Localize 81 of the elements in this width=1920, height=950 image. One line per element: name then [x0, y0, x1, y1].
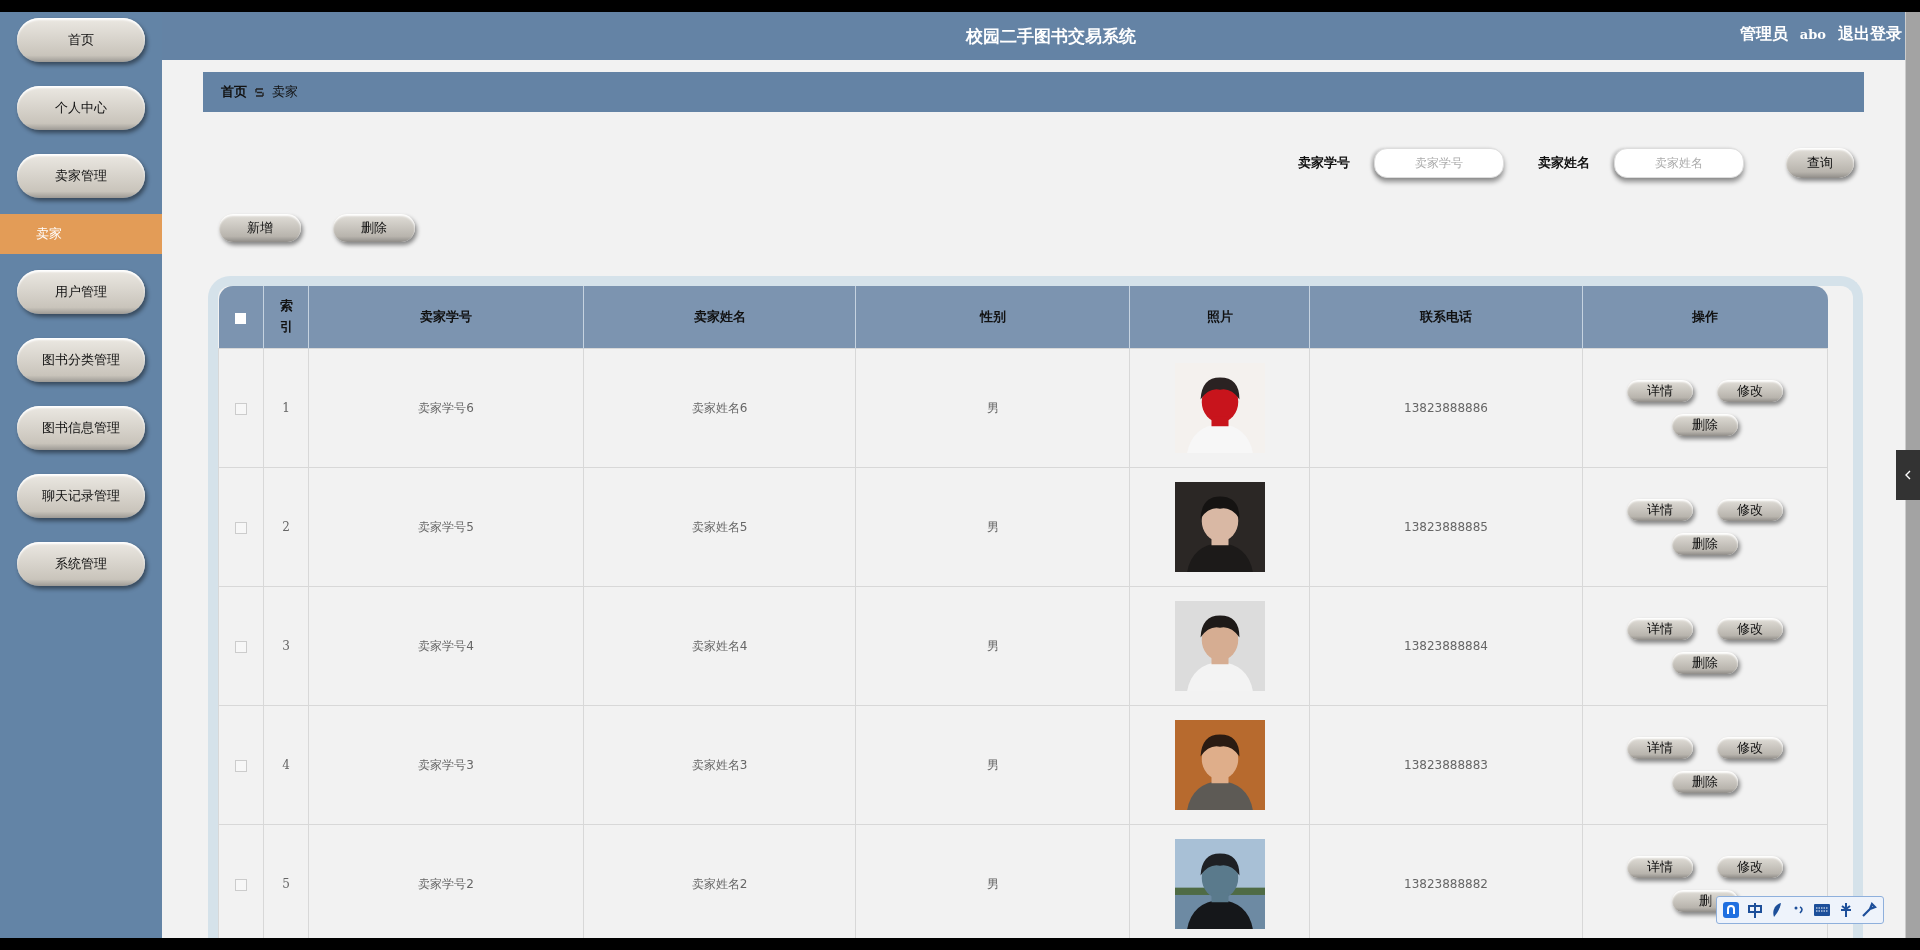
seller-id-text: 卖家学号6 — [418, 400, 474, 415]
seller-name-text: 卖家姓名4 — [691, 638, 748, 653]
index-text: 2 — [282, 520, 290, 534]
row-action-button[interactable]: 详情 — [1627, 737, 1693, 759]
index-text: 3 — [282, 639, 290, 653]
menu-button[interactable]: 个人中心 — [17, 86, 145, 130]
logout-link[interactable]: 退出登录 — [1838, 24, 1902, 45]
phone-text: 13823888882 — [1404, 877, 1488, 891]
row-checkbox[interactable] — [235, 759, 247, 772]
action-button[interactable]: 新增 — [219, 214, 301, 242]
seller-id-text: 卖家学号4 — [418, 638, 474, 653]
row-action-button[interactable]: 删除 — [1672, 414, 1738, 436]
wrench-icon[interactable] — [1861, 902, 1877, 918]
chevron-left-icon — [1904, 470, 1912, 480]
action-button[interactable]: 删除 — [333, 214, 415, 242]
breadcrumb-link[interactable]: 首页 — [221, 83, 247, 101]
seller-name-text: 卖家姓名3 — [691, 757, 748, 772]
row-checkbox[interactable] — [235, 640, 247, 653]
index-text: 5 — [282, 877, 290, 891]
seller-name-text: 卖家姓名6 — [691, 400, 748, 415]
phone-text: 13823888883 — [1404, 758, 1488, 772]
seller-id-text: 卖家学号2 — [418, 876, 474, 891]
gender-text: 男 — [986, 757, 999, 772]
scrollbar[interactable] — [1905, 12, 1920, 938]
ime-logo-icon[interactable] — [1723, 902, 1739, 918]
phone-text: 13823888884 — [1404, 639, 1488, 653]
phone-text: 13823888885 — [1404, 520, 1488, 534]
menu-button[interactable]: 图书信息管理 — [17, 406, 145, 450]
breadcrumb-link[interactable]: 卖家 — [272, 83, 298, 101]
row-checkbox[interactable] — [235, 521, 247, 534]
chinese-mode-icon[interactable] — [1747, 902, 1763, 918]
row-action-button[interactable]: 详情 — [1627, 380, 1693, 402]
column-header: 联系电话 — [1309, 286, 1583, 349]
seller-id-text: 卖家学号5 — [418, 519, 474, 534]
field-label: 卖家姓名 — [1538, 154, 1590, 172]
column-header: 性别 — [855, 286, 1130, 349]
tool-icon[interactable] — [1839, 902, 1853, 918]
phone-text: 13823888886 — [1404, 401, 1488, 415]
column-header: 操作 — [1582, 286, 1828, 349]
row-action-button[interactable]: 删除 — [1672, 771, 1738, 793]
search-field[interactable]: 卖家姓名 — [1614, 148, 1744, 178]
row-action-button[interactable]: 修改 — [1717, 737, 1783, 759]
menu-button[interactable]: 图书分类管理 — [17, 338, 145, 382]
row-action-button[interactable]: 详情 — [1627, 856, 1693, 878]
separator-icon — [255, 87, 264, 97]
seller-name-text: 卖家姓名5 — [691, 519, 748, 534]
row-action-button[interactable]: 修改 — [1717, 856, 1783, 878]
username: abo — [1799, 26, 1826, 44]
row-action-button[interactable]: 修改 — [1717, 499, 1783, 521]
menu-button[interactable]: 卖家管理 — [17, 154, 145, 198]
row-checkbox[interactable] — [235, 402, 247, 415]
keyboard-icon[interactable] — [1813, 903, 1831, 917]
query-button[interactable]: 查询 — [1786, 148, 1854, 178]
row-action-button[interactable]: 删除 — [1672, 652, 1738, 674]
row-action-button[interactable]: 详情 — [1627, 618, 1693, 640]
row-action-button[interactable]: 修改 — [1717, 380, 1783, 402]
field-label: 卖家学号 — [1298, 154, 1350, 172]
seller-id-text: 卖家学号3 — [418, 757, 474, 772]
column-header: 卖家姓名 — [583, 286, 856, 349]
app-title: 校园二手图书交易系统 — [966, 24, 1136, 48]
gender-text: 男 — [986, 519, 999, 534]
gender-text: 男 — [986, 876, 999, 891]
column-header: 卖家学号 — [308, 286, 584, 349]
gender-text: 男 — [986, 400, 999, 415]
index-text: 1 — [282, 401, 290, 415]
menu-button[interactable]: 用户管理 — [17, 270, 145, 314]
row-checkbox[interactable] — [235, 878, 247, 891]
menu-button[interactable]: 首页 — [17, 18, 145, 62]
gender-text: 男 — [986, 638, 999, 653]
row-action-button[interactable]: 删除 — [1672, 533, 1738, 555]
seller-name-text: 卖家姓名2 — [691, 876, 748, 891]
select-all-checkbox[interactable] — [235, 312, 247, 324]
search-field[interactable]: 卖家学号 — [1374, 148, 1504, 178]
column-header: 照片 — [1129, 286, 1310, 349]
row-action-button[interactable]: 修改 — [1717, 618, 1783, 640]
row-action-button[interactable]: 详情 — [1627, 499, 1693, 521]
menu-button[interactable]: 聊天记录管理 — [17, 474, 145, 518]
role-label: 管理员 — [1739, 24, 1788, 45]
column-header: 索引 — [263, 286, 309, 349]
menu-button[interactable]: 系统管理 — [17, 542, 145, 586]
index-text: 4 — [282, 758, 290, 772]
